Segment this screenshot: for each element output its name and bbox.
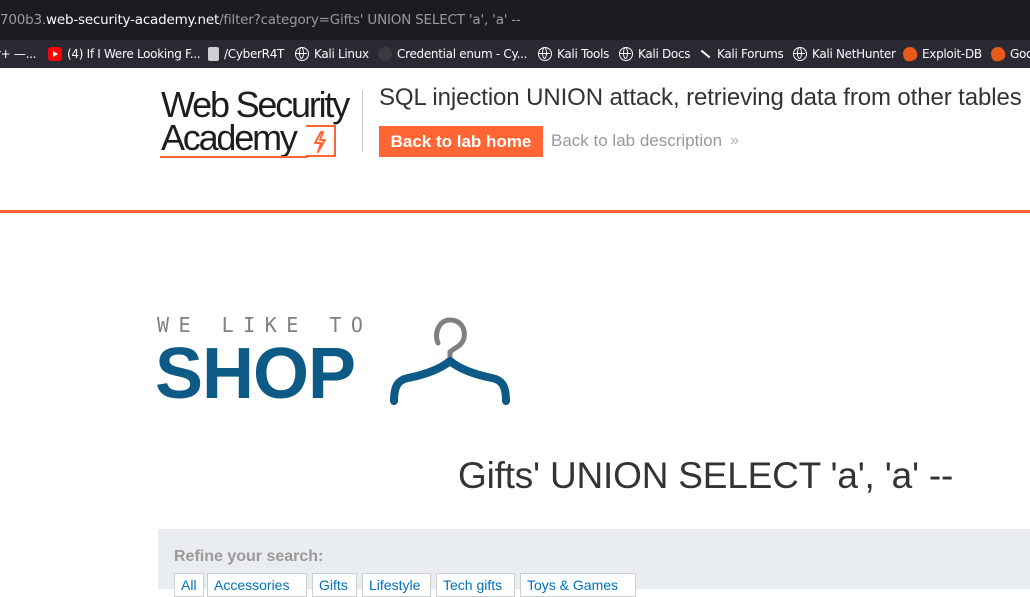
bookmark-item[interactable]: (4) If I Were Looking F... xyxy=(48,46,201,62)
header-orange-rule xyxy=(0,210,1030,213)
back-to-lab-description-label: Back to lab description xyxy=(551,131,723,150)
browser-url-bar[interactable]: 700b3.web-security-academy.net/filter?ca… xyxy=(0,0,1030,40)
back-to-lab-description-link[interactable]: Back to lab description » xyxy=(551,131,739,151)
filter-all[interactable]: All xyxy=(174,573,204,597)
bookmark-item[interactable]: Kali NetHunter xyxy=(793,46,896,62)
url-prefix: 700b3. xyxy=(0,12,47,28)
globe-icon xyxy=(793,47,807,61)
kali-dragon-icon xyxy=(698,47,712,61)
back-to-lab-home-button[interactable]: Back to lab home xyxy=(379,126,543,157)
globe-icon xyxy=(538,47,552,61)
bookmark-label: Goo xyxy=(1010,47,1030,61)
bookmark-item[interactable]: Kali Linux xyxy=(295,46,369,62)
credential-icon xyxy=(378,47,392,61)
filter-gifts[interactable]: Gifts xyxy=(312,573,357,597)
coat-hanger-icon xyxy=(390,317,510,405)
bookmark-label: Kali NetHunter xyxy=(812,47,896,61)
filter-toys-and-games[interactable]: Toys & Games xyxy=(520,573,636,597)
bookmark-item[interactable]: r+ —... xyxy=(0,46,36,62)
logo-text-line2: Academy xyxy=(161,117,298,158)
url-domain: web-security-academy.net xyxy=(46,12,220,28)
web-security-academy-logo[interactable]: Web Security Academy xyxy=(160,85,360,163)
shop-wordmark: SHOP xyxy=(155,334,356,414)
bookmark-item[interactable]: /CyberR4T xyxy=(208,46,284,62)
bookmark-item[interactable]: Goo xyxy=(989,45,1030,63)
logo-underline xyxy=(160,156,308,158)
refine-search-label: Refine your search: xyxy=(174,548,324,565)
exploitdb-icon xyxy=(989,45,1007,63)
bookmark-label: (4) If I Were Looking F... xyxy=(67,47,201,61)
globe-icon xyxy=(619,47,633,61)
bookmark-label: r+ —... xyxy=(0,47,37,61)
bookmark-item[interactable]: Kali Docs xyxy=(619,46,691,62)
filter-lifestyle[interactable]: Lifestyle xyxy=(362,573,431,597)
bookmark-label: Kali Docs xyxy=(638,47,691,61)
bookmark-label: Exploit-DB xyxy=(922,47,982,61)
bookmark-label: Kali Tools xyxy=(557,47,610,61)
exploitdb-icon xyxy=(901,45,919,63)
header-divider xyxy=(362,90,363,152)
bookmarks-toolbar: r+ —... (4) If I Were Looking F... /Cybe… xyxy=(0,40,1030,68)
filter-tech-gifts[interactable]: Tech gifts xyxy=(436,573,515,597)
category-heading: Gifts' UNION SELECT 'a', 'a' -- xyxy=(458,455,954,496)
lightning-bolt-icon xyxy=(306,125,336,157)
bookmark-item[interactable]: Kali Forums xyxy=(698,46,784,62)
filter-accessories[interactable]: Accessories xyxy=(207,573,307,597)
url-path: /filter?category=Gifts' UNION SELECT 'a'… xyxy=(219,12,521,28)
globe-icon xyxy=(295,47,309,61)
double-chevron-right-icon: » xyxy=(730,132,739,149)
lab-title: SQL injection UNION attack, retrieving d… xyxy=(379,84,1022,111)
bookmark-item[interactable]: Kali Tools xyxy=(538,46,609,62)
youtube-icon xyxy=(48,47,62,61)
refine-search-panel: Refine your search: All Accessories Gift… xyxy=(158,529,1030,597)
bookmark-label: Credential enum - Cy... xyxy=(397,47,528,61)
bookmark-label: Kali Forums xyxy=(717,47,784,61)
bookmark-label: /CyberR4T xyxy=(224,47,285,61)
url-text[interactable]: 700b3.web-security-academy.net/filter?ca… xyxy=(0,12,521,28)
document-icon xyxy=(208,47,219,61)
bookmark-item[interactable]: Exploit-DB xyxy=(901,45,982,63)
bookmark-item[interactable]: Credential enum - Cy... xyxy=(378,46,527,62)
bookmark-label: Kali Linux xyxy=(314,47,369,61)
